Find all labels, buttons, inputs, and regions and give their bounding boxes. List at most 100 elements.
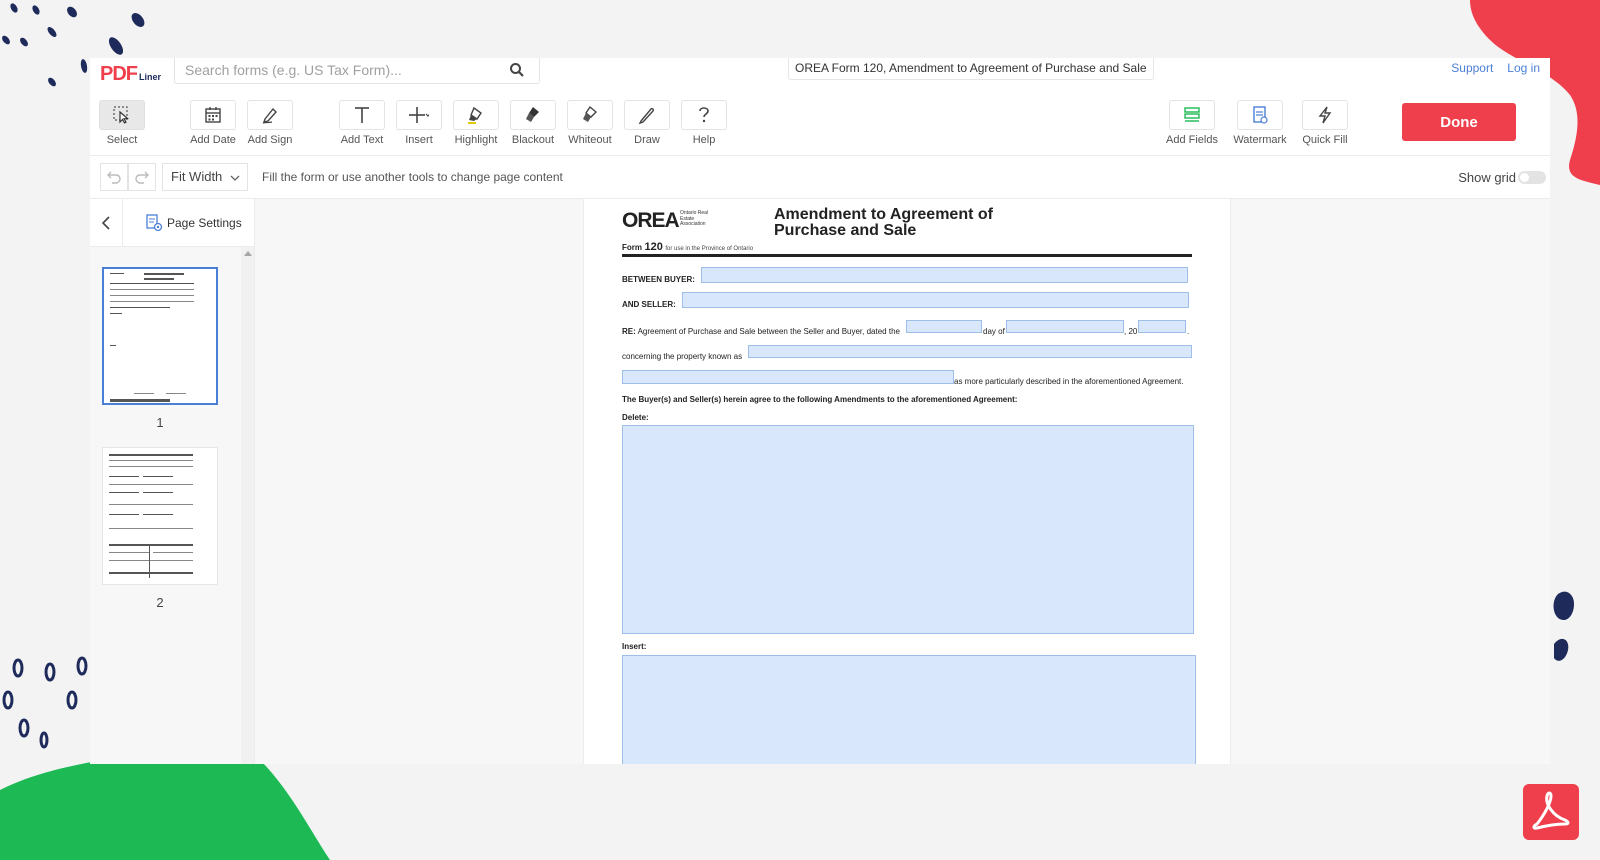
login-link[interactable]: Log in [1507,61,1540,75]
tool-label: Blackout [511,134,555,146]
insert-textarea[interactable] [622,655,1196,764]
tool-label: Add Fields [1166,134,1218,146]
header-rule [622,254,1192,257]
tool-quick-fill-button[interactable]: Quick Fill [1295,100,1355,146]
day-of-label: day of [983,327,1005,336]
whiteout-brush-icon [583,105,598,122]
page-settings-button[interactable]: Page Settings [145,214,242,232]
tool-insert-button[interactable]: Insert [389,100,449,146]
thumbnail-scrollbar[interactable] [241,247,254,764]
tool-add-sign-button[interactable]: Add Sign [240,100,300,146]
top-bar: PDF Liner OREA Form 120, Amendment to Ag… [90,58,1550,88]
show-grid-toggle[interactable] [1518,171,1546,184]
property-continued-field[interactable] [622,370,954,384]
tool-label: Highlight [454,134,498,146]
pages-sidebar: Page Settings 1 2 [90,199,255,764]
show-grid-label: Show grid [1458,170,1516,185]
form-label: Form [622,243,642,252]
undo-button[interactable] [100,163,128,191]
search-icon[interactable] [509,62,525,78]
seller-field[interactable] [682,292,1189,308]
year-prefix-label: , 20 [1124,327,1138,336]
delete-textarea[interactable] [622,425,1194,634]
page-settings-icon [146,214,163,232]
document-page: OREA Ontario Real Estate Association Ame… [583,199,1231,764]
pen-sign-icon [262,107,277,124]
buyer-field[interactable] [701,267,1188,283]
document-title: OREA Form 120, Amendment to Agreement of… [788,58,1154,80]
tool-label: Quick Fill [1302,134,1348,146]
logo-sub-text: Liner [139,72,162,82]
redo-icon [135,171,149,184]
sub-bar: Fit Width Fill the form or use another t… [90,156,1550,199]
tool-label: Select [106,134,138,146]
tool-add-fields-button[interactable]: Add Fields [1162,100,1222,146]
tool-highlight-button[interactable]: Highlight [446,100,506,146]
undo-icon [107,171,121,184]
undo-redo-group [100,163,156,191]
redo-button[interactable] [128,163,156,191]
tool-watermark-button[interactable]: Watermark [1230,100,1290,146]
support-link[interactable]: Support [1451,61,1493,75]
logo-main-text: PDF [100,63,138,85]
tool-label: Add Date [190,134,236,146]
zoom-value: Fit Width [171,169,223,184]
pencil-icon [638,107,654,125]
top-links: Support Log in [1451,61,1540,75]
tool-bar: Select Add Date Add Sign Add Text Insert… [90,88,1550,156]
tool-label: Draw [634,134,660,146]
pdf-logo-icon [1523,784,1579,840]
sidebar-header: Page Settings [90,199,254,247]
form-number: Form 120 for use in the Province of Onta… [622,241,753,253]
concerning-label: concerning the property known as [622,352,743,361]
tool-label: Whiteout [568,134,612,146]
date-day-field[interactable] [906,320,982,333]
search-box [174,58,540,84]
page-thumbnail-1[interactable] [102,267,218,405]
seller-label: AND SELLER: [622,300,676,309]
collapse-sidebar-button[interactable] [90,199,123,247]
app-window: PDF Liner OREA Form 120, Amendment to Ag… [90,58,1550,764]
calendar-icon [205,107,221,123]
tool-blackout-button[interactable]: Blackout [503,100,563,146]
page-settings-label: Page Settings [167,216,242,230]
tool-add-text-button[interactable]: Add Text [332,100,392,146]
tool-help-button[interactable]: Help [674,100,734,146]
highlighter-icon [468,106,482,124]
pdfliner-logo[interactable]: PDF Liner [100,60,161,86]
scroll-up-arrow-icon[interactable] [244,251,252,256]
described-text: as more particularly described in the af… [954,377,1184,386]
watermark-icon [1253,106,1268,124]
blackout-brush-icon [526,107,539,122]
date-year-field[interactable] [1138,320,1186,333]
buyer-label: BETWEEN BUYER: [622,275,695,284]
form-title-line-1: Amendment to Agreement of [774,206,993,223]
page-number-2: 2 [156,595,164,610]
re-text: Agreement of Purchase and Sale between t… [637,327,900,336]
tool-label: Help [692,134,716,146]
tool-whiteout-button[interactable]: Whiteout [560,100,620,146]
tool-label: Watermark [1233,134,1287,146]
tool-label: Add Sign [247,134,293,146]
agreement-text: The Buyer(s) and Seller(s) herein agree … [622,395,1018,404]
re-bold-label: RE: [622,327,636,336]
search-input[interactable] [175,58,495,82]
lightning-icon [1318,106,1332,124]
page-thumbnail-2[interactable] [102,447,218,585]
tool-draw-button[interactable]: Draw [617,100,677,146]
chevron-down-icon [230,175,240,181]
document-canvas: OREA Ontario Real Estate Association Ame… [255,199,1550,764]
property-field[interactable] [748,345,1192,358]
page-number-1: 1 [156,415,164,430]
tool-add-date-button[interactable]: Add Date [183,100,243,146]
zoom-select[interactable]: Fit Width [162,163,248,191]
plus-icon [409,107,429,123]
thumbnail-list: 1 2 [90,247,242,764]
orea-logo: OREA [622,209,680,232]
re-line: RE: Agreement of Purchase and Sale betwe… [622,327,900,336]
form-number-value: 120 [644,241,663,253]
cursor-icon [113,106,129,124]
done-button[interactable]: Done [1402,103,1516,141]
date-month-field[interactable] [1006,320,1124,333]
tool-select-button[interactable]: Select [92,100,152,146]
